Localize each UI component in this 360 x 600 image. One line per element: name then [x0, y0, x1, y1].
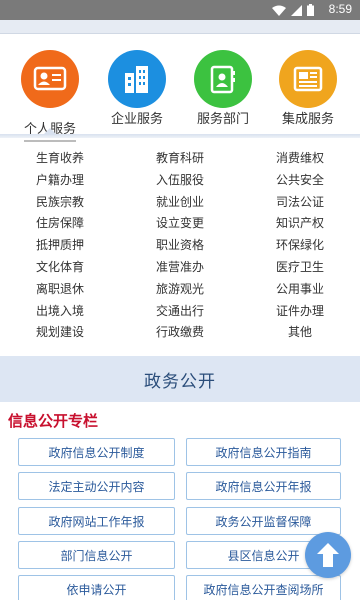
category-item[interactable]: 文化体育	[0, 257, 120, 279]
battery-icon	[307, 4, 314, 16]
tab-divider	[0, 128, 360, 138]
category-item[interactable]: 消费维权	[240, 148, 360, 170]
category-row: 户籍办理 入伍服役 公共安全	[0, 170, 360, 192]
info-link-button[interactable]: 政府信息公开制度	[18, 438, 175, 466]
category-item[interactable]: 公用事业	[240, 279, 360, 301]
category-row: 民族宗教 就业创业 司法公证	[0, 192, 360, 214]
category-row: 出境入境 交通出行 证件办理	[0, 301, 360, 323]
status-bar: 8:59	[0, 0, 360, 20]
info-link-button[interactable]: 政府信息公开指南	[186, 438, 341, 466]
scroll-top-button[interactable]	[305, 532, 351, 578]
category-item[interactable]: 抵押质押	[0, 235, 120, 257]
category-row: 规划建设 行政缴费 其他	[0, 322, 360, 344]
signal-icon	[291, 4, 302, 16]
tab-label: 集成服务	[281, 112, 334, 127]
category-item[interactable]: 规划建设	[0, 322, 120, 344]
category-item[interactable]: 出境入境	[0, 301, 120, 323]
tab-service-departments[interactable]: 服务部门	[178, 44, 268, 127]
info-column-title: 信息公开专栏	[8, 412, 99, 430]
category-row: 住房保障 设立变更 知识产权	[0, 213, 360, 235]
tab-enterprise-service[interactable]: 企业服务	[92, 44, 182, 127]
status-icons	[272, 4, 314, 16]
info-link-button[interactable]: 政府信息公开查阅场所	[186, 575, 341, 600]
info-link-button[interactable]: 政府信息公开年报	[186, 472, 341, 500]
id-card-icon	[21, 50, 79, 108]
tab-label: 企业服务	[110, 112, 163, 127]
category-row: 离职退休 旅游观光 公用事业	[0, 279, 360, 301]
service-tabs: 个人服务 企业服务 服务部门 集成服务	[0, 44, 360, 142]
category-row: 生育收养 教育科研 消费维权	[0, 148, 360, 170]
info-link-button[interactable]: 法定主动公开内容	[18, 472, 175, 500]
category-item[interactable]: 准营准办	[120, 257, 240, 279]
category-item[interactable]: 证件办理	[240, 301, 360, 323]
tab-integrated-service[interactable]: 集成服务	[263, 44, 353, 127]
info-link-button[interactable]: 部门信息公开	[18, 541, 175, 569]
category-item[interactable]: 住房保障	[0, 213, 120, 235]
category-item[interactable]: 公共安全	[240, 170, 360, 192]
category-item[interactable]: 户籍办理	[0, 170, 120, 192]
section-title: 政务公开	[144, 371, 216, 392]
info-link-button[interactable]: 政务公开监督保障	[186, 507, 341, 535]
category-item[interactable]: 交通出行	[120, 301, 240, 323]
category-item[interactable]: 司法公证	[240, 192, 360, 214]
category-item[interactable]: 民族宗教	[0, 192, 120, 214]
top-band	[0, 20, 360, 34]
category-row: 文化体育 准营准办 医疗卫生	[0, 257, 360, 279]
category-item[interactable]: 环保绿化	[240, 235, 360, 257]
category-item[interactable]: 医疗卫生	[240, 257, 360, 279]
category-item[interactable]: 职业资格	[120, 235, 240, 257]
info-link-button[interactable]: 政府网站工作年报	[18, 507, 175, 535]
category-item[interactable]: 生育收养	[0, 148, 120, 170]
category-item[interactable]: 其他	[240, 322, 360, 344]
category-item[interactable]: 就业创业	[120, 192, 240, 214]
category-item[interactable]: 设立变更	[120, 213, 240, 235]
active-tab-indicator	[43, 128, 57, 135]
category-item[interactable]: 行政缴费	[120, 322, 240, 344]
category-item[interactable]: 旅游观光	[120, 279, 240, 301]
wifi-icon	[272, 5, 286, 16]
arrow-up-icon	[317, 543, 339, 567]
info-link-button[interactable]: 依申请公开	[18, 575, 175, 600]
category-item[interactable]: 离职退休	[0, 279, 120, 301]
building-icon	[108, 50, 166, 108]
category-item[interactable]: 教育科研	[120, 148, 240, 170]
phone-book-icon	[194, 50, 252, 108]
tab-label: 服务部门	[196, 112, 249, 127]
category-row: 抵押质押 职业资格 环保绿化	[0, 235, 360, 257]
category-item[interactable]: 知识产权	[240, 213, 360, 235]
section-header: 政务公开	[0, 356, 360, 402]
newspaper-icon	[279, 50, 337, 108]
category-item[interactable]: 入伍服役	[120, 170, 240, 192]
category-grid: 生育收养 教育科研 消费维权 户籍办理 入伍服役 公共安全 民族宗教 就业创业 司法公证 住房保障…	[0, 148, 360, 344]
status-time: 8:59	[328, 2, 352, 16]
